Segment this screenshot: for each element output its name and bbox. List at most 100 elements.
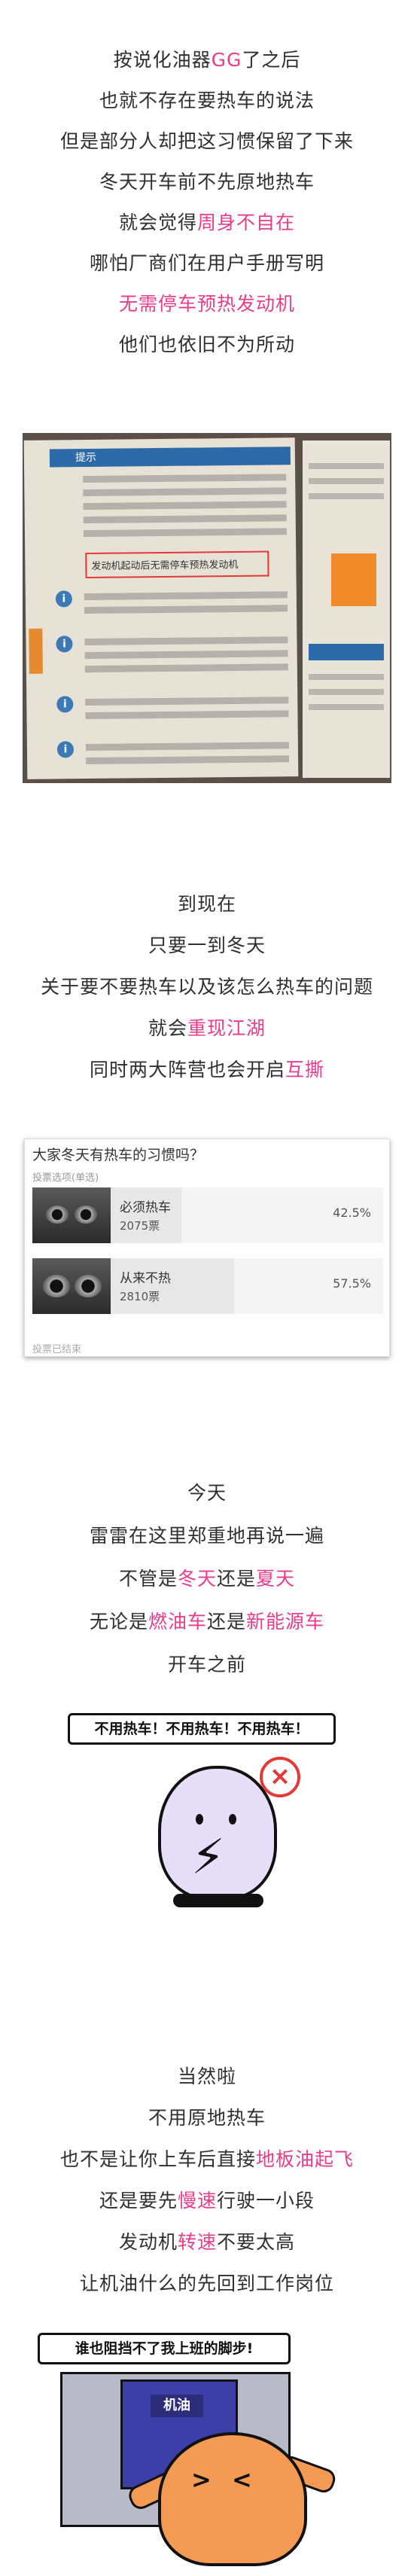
manual-text-line <box>83 487 287 497</box>
article-text-line: 按说化油器GG了之后 <box>0 47 414 74</box>
poll-option-percent: 42.5% <box>333 1206 371 1220</box>
info-icon: i <box>56 741 75 758</box>
text-segment: 关于要不要热车以及该怎么热车的问题 <box>40 976 373 998</box>
article-text-line: 冬天开车前不先原地热车 <box>0 169 414 196</box>
manual-side-marker <box>29 628 43 674</box>
text-segment: 冬天开车前不先原地热车 <box>99 171 315 193</box>
exhaust-pipe-icon <box>75 1206 97 1224</box>
manual-text-line <box>83 514 287 524</box>
oil-sign: 机油 <box>151 2395 203 2417</box>
manual-text-line <box>83 474 287 483</box>
article-text-line: 哪怕厂商们在用户手册写明 <box>0 250 414 277</box>
poll-card: 大家冬天有热车的习惯吗？ 投票选项(单选) 必须热车 2075票 42.5% 从… <box>24 1139 390 1357</box>
highlighted-text: 夏天 <box>256 1568 296 1590</box>
mascot-oil-drop: > < <box>158 2432 307 2566</box>
text-segment: 还是 <box>207 1611 247 1632</box>
manual-text-line <box>85 742 289 751</box>
highlighted-text: 地板油起飞 <box>256 2148 355 2170</box>
text-segment: 了之后 <box>242 49 301 71</box>
article-text-line: 无需停车预热发动机 <box>0 291 414 318</box>
mascot-eye <box>196 1814 203 1825</box>
exhaust-pipe-icon <box>46 1206 68 1224</box>
poll-option-votes: 2810票 <box>120 1290 160 1303</box>
lightning-icon: ⚡ <box>191 1830 225 1886</box>
manual-text-line <box>309 478 384 484</box>
text-segment: 只要一到冬天 <box>148 934 266 956</box>
poll-option[interactable]: 必须热车 2075票 42.5% <box>32 1187 383 1243</box>
poll-hint: 投票选项(单选) <box>32 1172 99 1184</box>
manual-text-line <box>309 493 384 499</box>
poll-footer: 投票已结束 <box>32 1344 82 1355</box>
article-text-line: 不用原地热车 <box>0 2105 414 2132</box>
text-segment: 今天 <box>187 1482 227 1504</box>
article-text-line: 雷雷在这里郑重地再说一遍 <box>0 1523 414 1550</box>
manual-text-line <box>84 605 288 614</box>
article-text-line: 不管是冬天还是夏天 <box>0 1565 414 1593</box>
article-text-line: 让机油什么的先回到工作岗位 <box>0 2270 414 2297</box>
manual-text-line <box>309 674 384 680</box>
info-icon: i <box>56 696 74 713</box>
article-text-line: 到现在 <box>0 891 414 918</box>
article-text-line: 他们也依旧不为所动 <box>0 331 414 358</box>
text-segment: 也不是让你上车后直接 <box>59 2148 256 2170</box>
text-segment: 雷雷在这里郑重地再说一遍 <box>89 1525 324 1547</box>
text-segment: 让机油什么的先回到工作岗位 <box>79 2273 334 2294</box>
mascot-body: ⚡ <box>158 1766 277 1900</box>
text-segment: 不用原地热车 <box>148 2107 266 2129</box>
exhaust-pipe-image <box>32 1258 111 1314</box>
manual-left-page: 提示 发动机起动后无需停车预热发动机 i i i i <box>23 437 299 779</box>
manual-text-line <box>309 689 384 695</box>
info-icon: i <box>55 590 72 608</box>
text-segment: 也就不存在要热车的说法 <box>99 90 315 111</box>
manual-right-page <box>303 441 390 778</box>
text-segment: 还是 <box>217 1568 257 1590</box>
owner-manual-photo: 提示 发动机起动后无需停车预热发动机 i i i i <box>23 433 391 783</box>
article-text-line: 发动机转速不要太高 <box>0 2229 414 2256</box>
article-text-line: 就会重现江湖 <box>0 1015 414 1042</box>
manual-tip-title: 提示 <box>75 451 96 465</box>
manual-text-line <box>86 755 290 765</box>
text-segment: 但是部分人却把这习惯保留了下来 <box>59 130 354 152</box>
text-segment: 开车之前 <box>167 1654 246 1675</box>
text-segment: 无论是 <box>89 1611 148 1632</box>
manual-tip-bar: 提示 <box>49 447 291 468</box>
manual-highlight-text: 发动机起动后无需停车预热发动机 <box>91 559 239 572</box>
highlighted-text: 周身不自在 <box>197 212 296 233</box>
manual-text-line <box>83 501 287 511</box>
text-segment: 同时两大阵营也会开启 <box>89 1059 285 1081</box>
highlighted-text: 互撕 <box>285 1059 325 1081</box>
mascot-no-warmup: 不用热车！不用热车！不用热车！ ⚡ × <box>68 1706 339 1924</box>
poll-option-label: 必须热车 <box>120 1200 171 1215</box>
manual-text-line <box>83 528 287 538</box>
info-icon: i <box>56 636 73 653</box>
poll-question: 大家冬天有热车的习惯吗？ <box>32 1147 205 1163</box>
text-segment: 按说化油器 <box>113 49 212 71</box>
article-text-line: 今天 <box>0 1480 414 1507</box>
mascot-face: > < <box>191 2465 258 2494</box>
article-page: 按说化油器GG了之后 也就不存在要热车的说法 但是部分人却把这习惯保留了下来 冬天开车… <box>0 0 414 2576</box>
poll-option[interactable]: 从来不热 2810票 57.5% <box>32 1258 383 1314</box>
text-segment: 不要太高 <box>217 2231 296 2253</box>
manual-text-line <box>309 704 384 710</box>
highlighted-text: 燃油车 <box>148 1611 207 1632</box>
text-segment: 发动机 <box>118 2231 178 2253</box>
article-text-line: 无论是燃油车还是新能源车 <box>0 1608 414 1636</box>
prohibited-icon: × <box>260 1757 300 1797</box>
highlighted-text: 转速 <box>177 2231 217 2253</box>
manual-text-line <box>85 697 289 706</box>
highlighted-text: 冬天 <box>177 1568 217 1590</box>
mascot-banner: 谁也阻挡不了我上班的脚步! <box>38 2333 291 2364</box>
article-text-line: 还是要先慢速行驶一小段 <box>0 2187 414 2215</box>
mascot-eye <box>229 1814 236 1825</box>
exhaust-pipe-icon <box>75 1275 102 1297</box>
text-segment: 哪怕厂商们在用户手册写明 <box>89 252 324 274</box>
text-segment: 不管是 <box>118 1568 178 1590</box>
highlighted-text: 重现江湖 <box>187 1017 266 1039</box>
highlighted-text: 新能源车 <box>246 1611 325 1632</box>
text-segment: 到现在 <box>177 893 236 915</box>
article-text-line: 当然啦 <box>0 2063 414 2090</box>
text-segment: 就会觉得 <box>118 212 197 233</box>
text-segment: 就会 <box>148 1017 187 1039</box>
mascot-oil-to-work: 机油 > < 谁也阻挡不了我上班的脚步! <box>38 2327 376 2568</box>
poll-option-label: 从来不热 <box>120 1271 171 1286</box>
